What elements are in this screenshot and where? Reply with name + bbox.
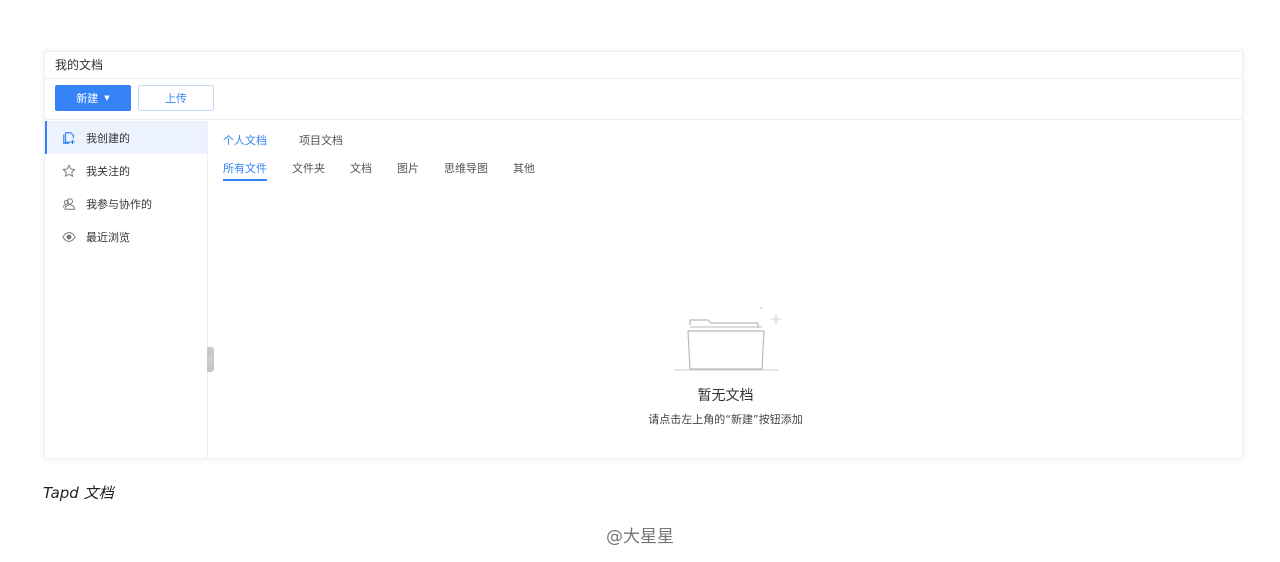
main-panel: 个人文档 项目文档 所有文件 文件夹 文档 图片 思维导图 其他 暂无文档 请点… bbox=[209, 121, 1242, 458]
sidebar-item-label: 我参与协作的 bbox=[86, 197, 152, 211]
watermark: @大星星 bbox=[606, 527, 674, 547]
new-button-label: 新建 bbox=[76, 92, 99, 105]
tab-mind-maps[interactable]: 思维导图 bbox=[444, 160, 488, 181]
image-caption: Tapd 文档 bbox=[43, 484, 114, 502]
tab-all-files[interactable]: 所有文件 bbox=[223, 160, 267, 181]
empty-state: 暂无文档 请点击左上角的“新建”按钮添加 bbox=[209, 303, 1242, 427]
sidebar-item-label: 最近浏览 bbox=[86, 230, 130, 244]
sidebar-item-label: 我关注的 bbox=[86, 164, 130, 178]
window-title: 我的文档 bbox=[45, 52, 1242, 79]
sidebar: 我创建的 我关注的 我参与协作的 最近浏览 bbox=[45, 121, 208, 458]
star-icon bbox=[61, 163, 77, 179]
file-filter-tabs: 所有文件 文件夹 文档 图片 思维导图 其他 bbox=[223, 160, 535, 181]
collaborate-icon bbox=[61, 196, 77, 212]
doc-type-tabs: 个人文档 项目文档 bbox=[223, 132, 343, 148]
sidebar-item-recent[interactable]: 最近浏览 bbox=[45, 220, 207, 253]
tab-documents[interactable]: 文档 bbox=[350, 160, 372, 181]
tab-folders[interactable]: 文件夹 bbox=[292, 160, 325, 181]
tab-project-docs[interactable]: 项目文档 bbox=[299, 132, 343, 148]
documents-window: 我的文档 新建 ▼ 上传 我创建的 我关注的 我参与协作的 最近浏览 ‹ 个人文… bbox=[44, 51, 1243, 459]
sidebar-item-created[interactable]: 我创建的 bbox=[45, 121, 207, 154]
sidebar-item-collaborated[interactable]: 我参与协作的 bbox=[45, 187, 207, 220]
caret-down-icon: ▼ bbox=[104, 94, 110, 102]
create-doc-icon bbox=[61, 130, 77, 146]
upload-button[interactable]: 上传 bbox=[138, 85, 214, 111]
new-button[interactable]: 新建 ▼ bbox=[55, 85, 131, 111]
eye-icon bbox=[61, 229, 77, 245]
empty-description: 请点击左上角的“新建”按钮添加 bbox=[648, 413, 803, 426]
empty-title: 暂无文档 bbox=[697, 388, 754, 404]
content-area: 我创建的 我关注的 我参与协作的 最近浏览 ‹ 个人文档 项目文档 所有文件 文… bbox=[45, 121, 1242, 458]
tab-personal-docs[interactable]: 个人文档 bbox=[223, 132, 267, 148]
empty-folder-icon bbox=[673, 306, 782, 371]
toolbar: 新建 ▼ 上传 bbox=[45, 79, 1242, 120]
sidebar-item-label: 我创建的 bbox=[86, 131, 130, 145]
tab-images[interactable]: 图片 bbox=[397, 160, 419, 181]
tab-other[interactable]: 其他 bbox=[513, 160, 535, 181]
sidebar-item-followed[interactable]: 我关注的 bbox=[45, 154, 207, 187]
